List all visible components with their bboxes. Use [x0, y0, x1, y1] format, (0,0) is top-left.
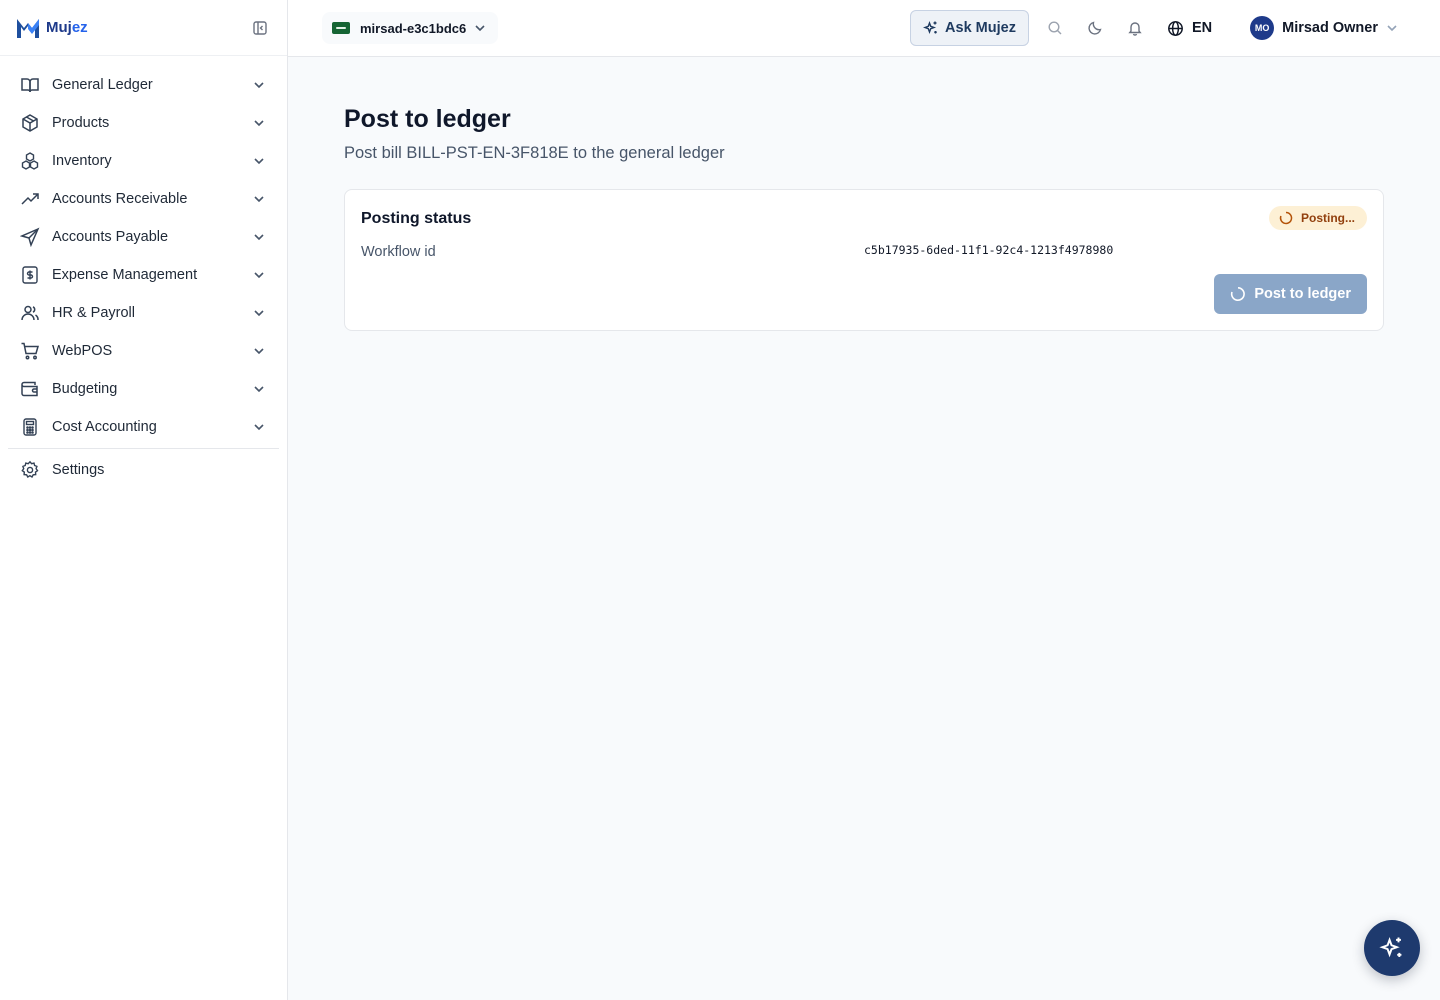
globe-icon: [1167, 20, 1184, 37]
chevron-down-icon: [251, 153, 267, 169]
sidebar-nav: General Ledger Products Inventory Accoun…: [0, 56, 287, 489]
status-badge-label: Posting...: [1301, 211, 1355, 225]
sidebar-item-label: WebPOS: [52, 343, 113, 359]
sidebar-collapse-icon[interactable]: [249, 17, 271, 39]
org-name: mirsad-e3c1bdc6: [360, 20, 467, 36]
chevron-down-icon: [251, 381, 267, 397]
sidebar-item-settings[interactable]: Settings: [8, 451, 279, 489]
language-switcher[interactable]: EN: [1161, 20, 1218, 37]
receipt-dollar-icon: [20, 265, 40, 285]
boxes-icon: [20, 151, 40, 171]
sidebar: Mujez General Ledger Products Inventory …: [0, 0, 288, 1000]
language-label: EN: [1191, 20, 1213, 36]
user-menu[interactable]: MO Mirsad Owner: [1250, 16, 1400, 40]
book-open-icon: [20, 75, 40, 95]
package-icon: [20, 113, 40, 133]
topbar-actions: Ask Mujez EN MO Mirsad Owner: [910, 0, 1440, 57]
sparkles-icon: [923, 20, 939, 36]
brand-name: Mujez: [46, 19, 88, 36]
chevron-down-icon: [251, 229, 267, 245]
post-to-ledger-button[interactable]: Post to ledger: [1214, 274, 1367, 314]
sidebar-item-label: General Ledger: [52, 77, 153, 93]
chevron-down-icon: [251, 191, 267, 207]
sidebar-divider: [8, 448, 279, 449]
sidebar-item-accounts-receivable[interactable]: Accounts Receivable: [8, 180, 279, 218]
search-icon[interactable]: [1035, 10, 1075, 46]
chevron-down-icon: [251, 343, 267, 359]
users-icon: [20, 303, 40, 323]
mujez-logo-icon[interactable]: [16, 16, 40, 40]
sidebar-item-label: Cost Accounting: [52, 419, 157, 435]
posting-status-card: Posting status Posting... Workflow id c5…: [344, 189, 1384, 331]
avatar: MO: [1250, 16, 1275, 40]
send-icon: [20, 227, 40, 247]
post-to-ledger-label: Post to ledger: [1254, 286, 1351, 302]
org-switcher[interactable]: mirsad-e3c1bdc6: [322, 12, 499, 44]
sidebar-item-label: Inventory: [52, 153, 112, 169]
trending-up-icon: [20, 189, 40, 209]
spinner-icon: [1279, 211, 1293, 225]
sidebar-item-label: Expense Management: [52, 267, 198, 283]
user-name: Mirsad Owner: [1282, 20, 1378, 36]
saudi-flag-icon: [332, 22, 350, 34]
page-title: Post to ledger: [344, 105, 511, 133]
ask-mujez-button[interactable]: Ask Mujez: [910, 10, 1029, 46]
wallet-icon: [20, 379, 40, 399]
sidebar-item-products[interactable]: Products: [8, 104, 279, 142]
sidebar-item-label: Settings: [52, 462, 105, 478]
main-content: Post to ledger Post bill BILL-PST-EN-3F8…: [288, 57, 1440, 1000]
moon-icon[interactable]: [1075, 10, 1115, 46]
ai-assistant-fab[interactable]: [1364, 920, 1420, 976]
sidebar-item-inventory[interactable]: Inventory: [8, 142, 279, 180]
gear-icon: [20, 460, 40, 480]
sidebar-item-label: Accounts Payable: [52, 229, 169, 245]
sidebar-item-label: Budgeting: [52, 381, 118, 397]
chevron-down-icon: [251, 419, 267, 435]
status-badge: Posting...: [1269, 206, 1367, 230]
calculator-icon: [20, 417, 40, 437]
chevron-down-icon: [251, 115, 267, 131]
shopping-cart-icon: [20, 341, 40, 361]
chevron-down-icon: [251, 267, 267, 283]
card-title: Posting status: [361, 210, 472, 227]
sidebar-item-cost-accounting[interactable]: Cost Accounting: [8, 408, 279, 446]
workflow-id-label: Workflow id: [361, 244, 436, 260]
sidebar-item-label: HR & Payroll: [52, 305, 135, 321]
spinner-icon: [1230, 286, 1246, 302]
bell-icon[interactable]: [1115, 10, 1155, 46]
workflow-id-value: c5b17935-6ded-11f1-92c4-1213f4978980: [864, 243, 1114, 257]
chevron-down-icon: [1386, 21, 1400, 35]
sidebar-item-label: Products: [52, 115, 110, 131]
sparkles-icon: [1379, 935, 1405, 961]
sidebar-item-accounts-payable[interactable]: Accounts Payable: [8, 218, 279, 256]
sidebar-item-general-ledger[interactable]: General Ledger: [8, 66, 279, 104]
sidebar-item-expense-management[interactable]: Expense Management: [8, 256, 279, 294]
sidebar-item-label: Accounts Receivable: [52, 191, 188, 207]
sidebar-item-budgeting[interactable]: Budgeting: [8, 370, 279, 408]
chevron-down-icon: [251, 77, 267, 93]
sidebar-item-webpos[interactable]: WebPOS: [8, 332, 279, 370]
ask-mujez-label: Ask Mujez: [945, 20, 1016, 36]
sidebar-item-hr-payroll[interactable]: HR & Payroll: [8, 294, 279, 332]
topbar: mirsad-e3c1bdc6 Ask Mujez EN MO Mirsad O…: [288, 0, 1440, 57]
page-subtitle: Post bill BILL-PST-EN-3F818E to the gene…: [344, 144, 725, 162]
brand-header: Mujez: [0, 0, 287, 56]
chevron-down-icon: [474, 21, 488, 35]
chevron-down-icon: [251, 305, 267, 321]
